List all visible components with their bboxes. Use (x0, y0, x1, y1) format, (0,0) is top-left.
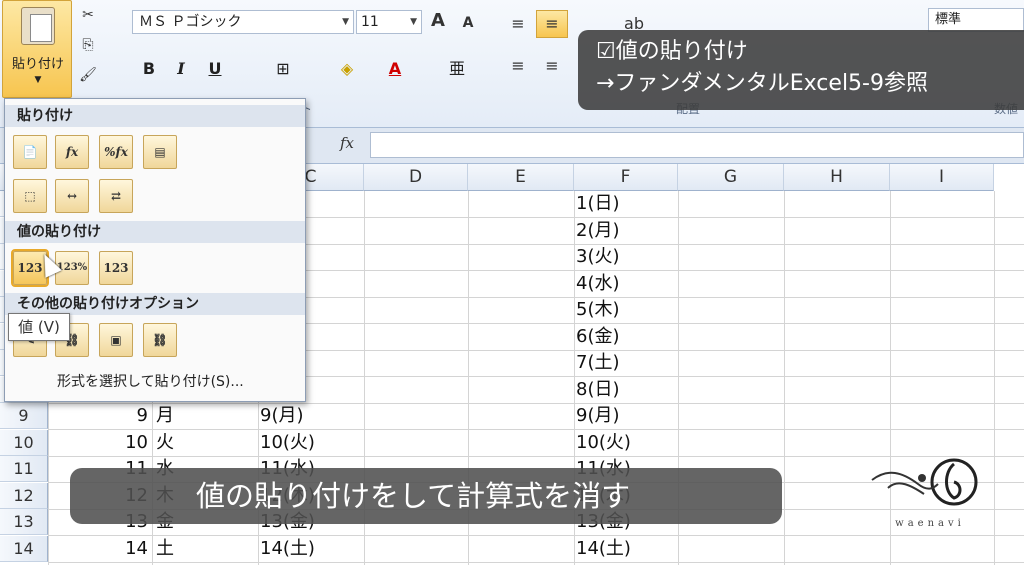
section-paste-header: 貼り付け (5, 105, 305, 127)
paste-label: 貼り付け (11, 57, 64, 72)
grid-row-line (48, 561, 1024, 563)
excel-window: 貼り付け ▼ ✂ ⎘ 🖌 ＭＳ Ｐゴシック ▼ 11 ▼ A A B I U ⊞… (0, 0, 1024, 565)
cell-c[interactable]: 9(月) (260, 403, 362, 429)
paste-formulas-number-format-icon[interactable]: %fx (99, 135, 133, 169)
shrink-font-icon[interactable]: A (458, 14, 478, 32)
cell-f[interactable]: 2(月) (576, 218, 676, 244)
row-header[interactable]: 11 (0, 456, 48, 482)
column-header[interactable]: E (468, 164, 574, 191)
underline-button[interactable]: U (204, 56, 226, 82)
cell-a[interactable]: 14 (52, 536, 148, 562)
note-line-1: ☑値の貼り付け (596, 39, 748, 64)
align-left-button[interactable]: ≡ (502, 52, 534, 80)
cell-f[interactable]: 5(木) (576, 297, 676, 323)
paste-values-source-format-icon[interactable]: 123 (99, 251, 133, 285)
paste-column-widths-icon[interactable]: ↔ (55, 179, 89, 213)
borders-icon[interactable]: ⊞ (268, 56, 298, 82)
cell-b[interactable]: 土 (156, 536, 252, 562)
cell-f[interactable]: 7(土) (576, 350, 676, 376)
align-top-button[interactable]: ≡ (502, 10, 534, 38)
paste-formulas-icon[interactable]: fx (55, 135, 89, 169)
bold-button[interactable]: B (138, 56, 160, 82)
column-header[interactable]: H (784, 164, 890, 191)
paste-options-menu: 貼り付け 📄 fx %fx ▤ ⬚ ↔ ⇄ 値の貼り付け 123 123% 12… (4, 98, 306, 402)
cell-f[interactable]: 9(月) (576, 403, 676, 429)
chevron-down-icon: ▼ (410, 17, 417, 27)
paste-transpose-icon[interactable]: ⇄ (99, 179, 133, 213)
paste-linked-picture-icon[interactable]: ⛓ (143, 323, 177, 357)
font-name-value: ＭＳ Ｐゴシック (139, 14, 242, 30)
format-painter-icon[interactable]: 🖌 (78, 66, 98, 84)
italic-button[interactable]: I (170, 56, 192, 82)
cell-b[interactable]: 月 (156, 403, 252, 429)
cell-a[interactable]: 10 (52, 430, 148, 456)
section-other-header: その他の貼り付けオプション (5, 293, 305, 315)
paste-all-icon[interactable]: 📄 (13, 135, 47, 169)
font-color-icon[interactable]: A (380, 56, 410, 82)
cell-f[interactable]: 4(水) (576, 271, 676, 297)
align-middle-button[interactable]: ≡ (536, 10, 568, 38)
paste-keep-formatting-icon[interactable]: ▤ (143, 135, 177, 169)
number-format-select[interactable]: 標準 (928, 8, 1024, 32)
grow-font-icon[interactable]: A (428, 12, 448, 30)
subtitle-caption: 値の貼り付けをして計算式を消す (70, 468, 782, 524)
cell-b[interactable]: 火 (156, 430, 252, 456)
phonetic-icon[interactable]: 亜 (444, 56, 470, 82)
row-header[interactable]: 10 (0, 429, 48, 456)
font-size-select[interactable]: 11 ▼ (356, 10, 422, 34)
cell-f[interactable]: 1(日) (576, 191, 676, 217)
paste-values-tooltip: 値 (V) (8, 313, 70, 341)
cell-f[interactable]: 3(火) (576, 244, 676, 270)
cell-c[interactable]: 14(土) (260, 536, 362, 562)
paste-special-menu-item[interactable]: 形式を選択して貼り付け(S)... (57, 371, 244, 391)
clipboard-icon (21, 7, 55, 45)
cell-f[interactable]: 6(金) (576, 324, 676, 350)
section-values-header: 値の貼り付け (5, 221, 305, 243)
cell-f[interactable]: 8(日) (576, 377, 676, 403)
row-header[interactable]: 9 (0, 403, 48, 429)
chevron-down-icon: ▼ (342, 17, 349, 27)
paste-dropdown-arrow-icon[interactable]: ▼ (3, 75, 73, 85)
paste-no-borders-icon[interactable]: ⬚ (13, 179, 47, 213)
copy-icon[interactable]: ⎘ (78, 36, 98, 54)
align-center-button[interactable]: ≡ (536, 52, 568, 80)
column-header[interactable]: D (364, 164, 468, 191)
paste-picture-icon[interactable]: ▣ (99, 323, 133, 357)
column-header[interactable]: G (678, 164, 784, 191)
note-line-2: →ファンダメンタルExcel5-9参照 (596, 71, 928, 96)
font-name-select[interactable]: ＭＳ Ｐゴシック ▼ (132, 10, 354, 34)
reference-note-overlay: ☑値の貼り付け →ファンダメンタルExcel5-9参照 (578, 30, 1024, 110)
insert-function-icon[interactable]: fx (340, 134, 354, 152)
column-header[interactable]: F (574, 164, 678, 191)
logo-text: waenavi (895, 518, 965, 529)
cell-f[interactable]: 10(火) (576, 430, 676, 456)
row-header[interactable]: 12 (0, 482, 48, 509)
column-header[interactable]: I (890, 164, 994, 191)
number-format-value: 標準 (935, 12, 962, 27)
font-size-value: 11 (361, 14, 379, 30)
paste-button[interactable]: 貼り付け ▼ (2, 0, 72, 98)
formula-input[interactable] (370, 132, 1024, 158)
cell-c[interactable]: 10(火) (260, 430, 362, 456)
fill-color-icon[interactable]: ◈ (332, 56, 362, 82)
row-header[interactable]: 13 (0, 509, 48, 535)
cell-a[interactable]: 9 (52, 403, 148, 429)
cell-f[interactable]: 14(土) (576, 536, 676, 562)
row-header[interactable]: 14 (0, 535, 48, 562)
cut-icon[interactable]: ✂ (78, 6, 98, 24)
